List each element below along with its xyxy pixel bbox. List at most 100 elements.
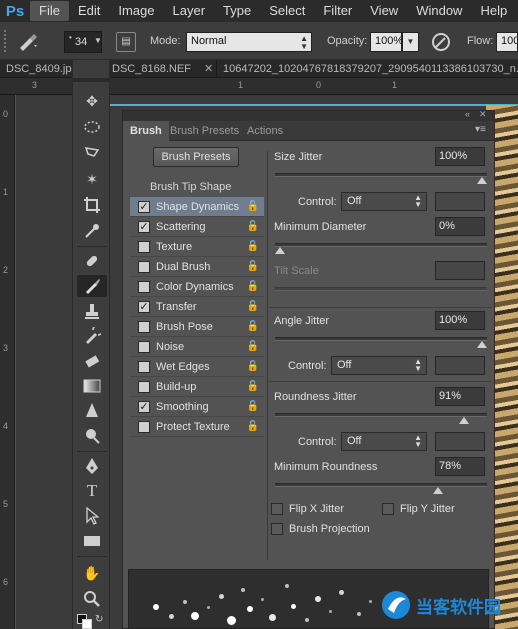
menu-file[interactable]: File — [30, 1, 69, 21]
swap-colors-icon[interactable]: ↻ — [95, 614, 103, 625]
lock-icon[interactable]: 🔓 — [246, 261, 260, 272]
opacity-input[interactable]: 100% — [370, 32, 403, 52]
brush-setting-row[interactable]: ✓ Shape Dynamics 🔓 — [130, 197, 264, 217]
flip-y-checkbox[interactable] — [382, 503, 394, 515]
lock-icon[interactable]: 🔓 — [246, 341, 260, 352]
tab-brush[interactable]: Brush — [123, 121, 169, 141]
opacity-dropdown-icon[interactable]: ▼ — [402, 32, 419, 52]
brush-setting-row[interactable]: Wet Edges 🔓 — [130, 357, 264, 377]
lock-icon[interactable]: 🔓 — [246, 301, 260, 312]
lock-icon[interactable]: 🔓 — [246, 241, 260, 252]
menu-filter[interactable]: Filter — [314, 1, 361, 21]
min-diameter-input[interactable]: 0% — [435, 217, 485, 236]
rectangle-tool-icon[interactable] — [77, 530, 107, 552]
setting-checkbox[interactable] — [138, 240, 150, 253]
setting-checkbox[interactable] — [138, 260, 150, 273]
collapse-panel-icon[interactable]: « — [465, 109, 470, 119]
pressure-opacity-icon[interactable] — [430, 31, 452, 53]
doc-tab-1[interactable]: DSC_8409.jpg — [0, 60, 72, 78]
lock-icon[interactable]: 🔓 — [246, 281, 260, 292]
pen-tool-icon[interactable] — [77, 455, 107, 477]
menu-type[interactable]: Type — [214, 1, 260, 21]
healing-brush-tool-icon[interactable] — [77, 250, 107, 272]
lock-icon[interactable]: 🔓 — [246, 361, 260, 372]
tab-actions[interactable]: Actions — [240, 121, 290, 141]
flip-x-checkbox[interactable] — [271, 503, 283, 515]
menu-select[interactable]: Select — [260, 1, 314, 21]
brush-tool-icon[interactable] — [77, 275, 107, 297]
history-brush-tool-icon[interactable] — [77, 325, 107, 347]
crop-tool-icon[interactable] — [77, 194, 107, 216]
flow-input[interactable]: 100% — [496, 32, 518, 52]
setting-checkbox[interactable]: ✓ — [138, 220, 150, 233]
clone-stamp-tool-icon[interactable] — [77, 300, 107, 322]
lock-icon[interactable]: 🔓 — [246, 221, 260, 232]
brush-presets-button[interactable]: Brush Presets — [153, 147, 239, 167]
slider-thumb[interactable] — [275, 247, 285, 254]
setting-checkbox[interactable] — [138, 280, 150, 293]
background-color-swatch[interactable] — [82, 619, 92, 629]
lock-icon[interactable]: 🔓 — [246, 381, 260, 392]
angle-jitter-input[interactable]: 100% — [435, 311, 485, 330]
brush-setting-row[interactable]: Texture 🔓 — [130, 237, 264, 257]
brush-panel-toggle-icon[interactable]: ▤ — [116, 32, 136, 52]
min-diameter-slider[interactable] — [275, 243, 487, 254]
setting-checkbox[interactable]: ✓ — [138, 200, 150, 213]
path-selection-tool-icon[interactable] — [77, 505, 107, 527]
min-roundness-input[interactable]: 78% — [435, 457, 485, 476]
size-jitter-slider[interactable] — [275, 173, 487, 184]
magic-wand-tool-icon[interactable]: ✶ — [77, 168, 107, 190]
lock-icon[interactable]: 🔓 — [246, 421, 260, 432]
brush-projection-checkbox[interactable] — [271, 523, 283, 535]
brush-setting-row[interactable]: ✓ Transfer 🔓 — [130, 297, 264, 317]
gradient-tool-icon[interactable] — [77, 375, 107, 397]
size-jitter-input[interactable]: 100% — [435, 147, 485, 166]
brush-setting-row[interactable]: Noise 🔓 — [130, 337, 264, 357]
brush-size-picker[interactable]: • 34 ▼ — [64, 31, 102, 53]
angle-control-select[interactable]: Off ▲ ▼ — [331, 356, 427, 375]
menu-help[interactable]: Help — [471, 1, 516, 21]
lock-icon[interactable]: 🔓 — [246, 201, 260, 212]
slider-thumb[interactable] — [432, 487, 443, 494]
mode-select[interactable]: Normal ▲ ▼ — [186, 32, 312, 52]
menu-layer[interactable]: Layer — [164, 1, 215, 21]
move-tool-icon[interactable]: ✥ — [77, 90, 107, 112]
doc-tab-2[interactable]: DSC_8168.NEF ✕ — [106, 60, 213, 78]
menu-edit[interactable]: Edit — [69, 1, 109, 21]
tab-brush-presets[interactable]: Brush Presets — [163, 121, 246, 141]
angle-jitter-slider[interactable] — [275, 337, 487, 348]
brush-setting-row[interactable]: Brush Pose 🔓 — [130, 317, 264, 337]
lasso-tool-icon[interactable] — [77, 142, 107, 164]
min-roundness-slider[interactable] — [275, 483, 487, 494]
brush-setting-row[interactable]: Build-up 🔓 — [130, 377, 264, 397]
menu-image[interactable]: Image — [109, 1, 163, 21]
size-control-select[interactable]: Off ▲ ▼ — [341, 192, 427, 211]
doc-tab-3[interactable]: 10647202_10204767818379207_2909540113386… — [216, 60, 518, 78]
brush-setting-row[interactable]: ✓ Smoothing 🔓 — [130, 397, 264, 417]
menu-window[interactable]: Window — [407, 1, 471, 21]
close-tab-icon[interactable]: ✕ — [204, 63, 213, 75]
panel-menu-icon[interactable]: ▾≡ — [475, 124, 486, 135]
brush-setting-row[interactable]: Dual Brush 🔓 — [130, 257, 264, 277]
roundness-jitter-slider[interactable] — [275, 413, 487, 424]
blur-tool-icon[interactable] — [77, 400, 107, 422]
marquee-tool-icon[interactable] — [77, 116, 107, 138]
setting-checkbox[interactable]: ✓ — [138, 400, 150, 413]
brush-tip-shape-item[interactable]: Brush Tip Shape — [130, 177, 264, 197]
roundness-control-select[interactable]: Off ▲ ▼ — [341, 432, 427, 451]
hand-tool-icon[interactable]: ✋ — [77, 562, 107, 584]
lock-icon[interactable]: 🔓 — [246, 401, 260, 412]
setting-checkbox[interactable]: ✓ — [138, 300, 150, 313]
eyedropper-tool-icon[interactable] — [77, 220, 107, 242]
setting-checkbox[interactable] — [138, 340, 150, 353]
brush-setting-row[interactable]: Color Dynamics 🔓 — [130, 277, 264, 297]
slider-thumb[interactable] — [477, 177, 487, 184]
roundness-jitter-input[interactable]: 91% — [435, 387, 485, 406]
setting-checkbox[interactable] — [138, 360, 150, 373]
close-panel-icon[interactable]: ✕ — [479, 109, 487, 120]
brush-setting-row[interactable]: Protect Texture 🔓 — [130, 417, 264, 437]
slider-thumb[interactable] — [477, 341, 487, 348]
setting-checkbox[interactable] — [138, 420, 150, 433]
lock-icon[interactable]: 🔓 — [246, 321, 260, 332]
setting-checkbox[interactable] — [138, 380, 150, 393]
